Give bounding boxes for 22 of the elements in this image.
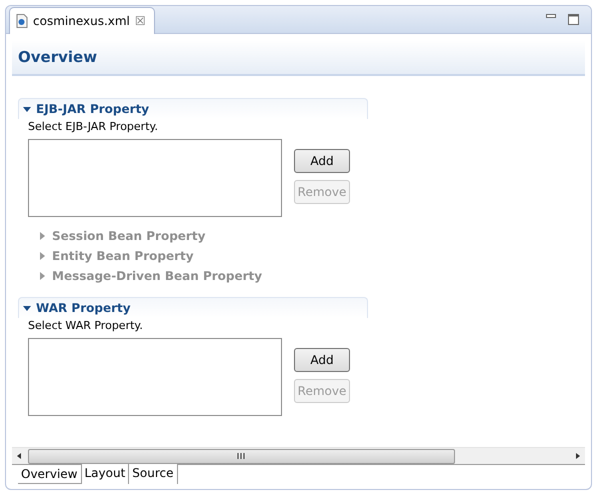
page-tab[interactable]: Overview [18, 465, 82, 484]
section-description: Select WAR Property. [27, 318, 144, 332]
editor-tab[interactable]: cosminexus.xml ☒ [9, 7, 155, 34]
xml-file-icon [16, 14, 28, 28]
property-list[interactable] [28, 139, 282, 217]
property-list[interactable] [28, 338, 282, 416]
minimize-icon[interactable] [546, 14, 556, 18]
horizontal-scrollbar[interactable] [12, 447, 585, 464]
maximize-icon[interactable] [568, 14, 579, 25]
section-title[interactable]: EJB-JAR Property [36, 102, 150, 116]
expand-triangle-icon[interactable] [23, 304, 31, 312]
expand-triangle-icon[interactable] [23, 105, 31, 113]
close-button[interactable]: ☒ [134, 14, 146, 28]
section-description: Select EJB-JAR Property. [27, 119, 159, 133]
section-title[interactable]: WAR Property [36, 301, 131, 315]
add-button[interactable]: Add [294, 149, 350, 173]
scrollbar-thumb[interactable] [28, 448, 455, 464]
page-tab[interactable]: Source [129, 464, 178, 484]
page-tab[interactable]: Layout [82, 464, 130, 484]
add-button[interactable]: Add [294, 348, 350, 372]
editor-tab-title: cosminexus.xml [33, 14, 130, 28]
form-title: Overview [18, 48, 98, 66]
